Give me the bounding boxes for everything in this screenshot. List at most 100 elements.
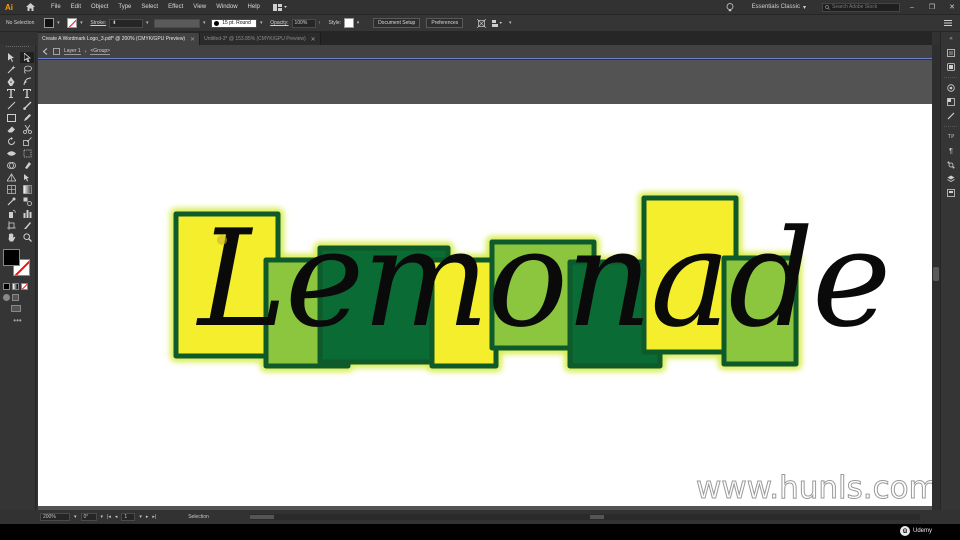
artboard[interactable]: Lemonade www.hunls.com <box>38 104 932 506</box>
close-icon[interactable]: ✕ <box>944 3 960 11</box>
artboard-tool-icon[interactable] <box>4 220 18 231</box>
back-arrow-icon[interactable] <box>42 48 49 55</box>
paragraph-panel-icon[interactable]: ¶ <box>941 144 960 158</box>
screen-mode-icon[interactable] <box>11 305 21 312</box>
rectangle-tool-icon[interactable] <box>4 112 18 123</box>
chevron-down-icon[interactable]: ▾ <box>74 514 77 520</box>
menu-help[interactable]: Help <box>243 4 265 10</box>
chevron-down-icon[interactable]: ▾ <box>201 19 207 27</box>
lasso-icon[interactable] <box>20 64 34 75</box>
color-panel-icon[interactable] <box>941 81 960 95</box>
current-tool-status[interactable]: Selection <box>188 514 209 520</box>
preferences-button[interactable]: Preferences <box>426 18 464 28</box>
pencil-icon[interactable] <box>20 112 34 123</box>
column-graph-icon[interactable] <box>20 208 34 219</box>
zoom-tool-icon[interactable] <box>20 232 34 243</box>
arrange-documents-button[interactable] <box>272 3 287 11</box>
perspective-selection-icon[interactable] <box>20 172 34 183</box>
rotation-field[interactable]: 0° <box>80 513 97 521</box>
home-icon[interactable] <box>22 0 38 14</box>
opacity-field[interactable]: 100% <box>291 18 316 28</box>
collapse-panels-icon[interactable]: « <box>941 32 960 46</box>
chevron-down-icon[interactable]: ▾ <box>258 19 264 27</box>
menu-select[interactable]: Select <box>136 4 163 10</box>
menu-edit[interactable]: Edit <box>66 4 86 10</box>
chevron-down-icon[interactable]: ▾ <box>355 19 361 27</box>
curvature-tool-icon[interactable] <box>20 76 34 87</box>
blend-tool-icon[interactable] <box>20 196 34 207</box>
previous-artboard-icon[interactable]: ◂ <box>115 514 118 520</box>
none-mode-button[interactable] <box>21 283 29 290</box>
panel-menu-icon[interactable] <box>942 18 954 28</box>
menu-object[interactable]: Object <box>86 4 113 10</box>
type-tool-icon[interactable] <box>4 88 18 99</box>
gradient-tool-icon[interactable] <box>20 184 34 195</box>
shape-builder-icon[interactable] <box>4 160 18 171</box>
stroke-label[interactable]: Stroke: <box>90 20 106 26</box>
restore-icon[interactable]: ❐ <box>924 3 940 11</box>
logo-wordmark-text[interactable]: Lemonade <box>198 179 891 379</box>
mesh-tool-icon[interactable] <box>4 184 18 195</box>
selection-tool-icon[interactable] <box>4 52 18 63</box>
next-artboard-icon[interactable]: ▸ <box>146 514 149 520</box>
hscroll-left-thumb[interactable] <box>250 515 274 519</box>
tab-document-2[interactable]: Untitled-3* @ 153.85% (CMYK/GPU Preview)… <box>200 33 321 45</box>
perspective-grid-icon[interactable] <box>4 172 18 183</box>
scissors-icon[interactable] <box>20 124 34 135</box>
chevron-down-icon[interactable]: ▾ <box>139 514 142 520</box>
draw-mode-icon[interactable] <box>3 294 10 301</box>
scroll-thumb[interactable] <box>933 267 939 281</box>
layers-panel-icon[interactable] <box>941 172 960 186</box>
swatches-panel-icon[interactable] <box>941 95 960 109</box>
properties-panel-icon[interactable] <box>941 46 960 60</box>
close-icon[interactable]: ✕ <box>190 36 195 43</box>
breadcrumb-layer[interactable]: Layer 1 <box>64 48 81 55</box>
variable-width-profile[interactable] <box>154 18 201 28</box>
pen-tool-icon[interactable] <box>4 76 18 87</box>
document-setup-button[interactable]: Document Setup <box>373 18 421 28</box>
scale-tool-icon[interactable] <box>20 136 34 147</box>
chevron-down-icon[interactable]: ▾ <box>504 17 516 29</box>
graphic-style-swatch[interactable] <box>344 18 355 28</box>
chevron-down-icon[interactable]: ▾ <box>144 19 150 27</box>
magic-wand-icon[interactable] <box>4 64 18 75</box>
type-tool-alt-icon[interactable] <box>20 88 34 99</box>
artboards-panel-icon[interactable] <box>941 186 960 200</box>
chevron-down-icon[interactable]: ▾ <box>101 514 104 520</box>
more-tools-icon[interactable]: ••• <box>0 316 35 325</box>
symbols-panel-icon[interactable] <box>941 158 960 172</box>
character-panel-icon[interactable]: Tℙ <box>941 130 960 144</box>
fill-color-box[interactable] <box>3 249 20 266</box>
symbol-sprayer-icon[interactable] <box>4 208 18 219</box>
menu-window[interactable]: Window <box>211 4 242 10</box>
direct-selection-tool-icon[interactable] <box>20 52 34 63</box>
pasteboard[interactable]: Lemonade www.hunls.com <box>38 60 932 510</box>
hscroll-thumb[interactable] <box>590 515 604 519</box>
panel-grip[interactable] <box>6 46 29 49</box>
stroke-weight-field[interactable]: ⬍ <box>109 18 144 28</box>
brush-definition[interactable]: 15 pt. Round <box>211 18 258 28</box>
chevron-down-icon[interactable]: ▾ <box>55 19 61 27</box>
color-mode-button[interactable] <box>3 283 10 290</box>
line-segment-icon[interactable] <box>4 100 18 111</box>
menu-view[interactable]: View <box>188 4 211 10</box>
opacity-label[interactable]: Opacity: <box>270 20 288 26</box>
libraries-panel-icon[interactable] <box>941 60 960 74</box>
width-tool-icon[interactable] <box>4 148 18 159</box>
menu-effect[interactable]: Effect <box>163 4 188 10</box>
tab-document-1[interactable]: Create A Wordmark Logo_3.pdf* @ 200% (CM… <box>38 33 201 45</box>
paintbrush-icon[interactable] <box>20 100 34 111</box>
hand-tool-icon[interactable] <box>4 232 18 243</box>
artboard-number-field[interactable]: 1 <box>121 513 136 521</box>
draw-behind-icon[interactable] <box>12 294 19 301</box>
eraser-icon[interactable] <box>4 124 18 135</box>
first-artboard-icon[interactable]: |◂ <box>107 514 111 520</box>
free-transform-icon[interactable] <box>20 148 34 159</box>
zoom-field[interactable]: 200% <box>40 513 70 521</box>
transform-icon[interactable] <box>475 17 487 29</box>
menu-type[interactable]: Type <box>113 4 136 10</box>
fill-swatch[interactable] <box>44 18 55 28</box>
lightbulb-icon[interactable] <box>726 2 734 12</box>
last-artboard-icon[interactable]: ▸| <box>152 514 156 520</box>
chevron-right-icon[interactable]: › <box>317 19 323 27</box>
